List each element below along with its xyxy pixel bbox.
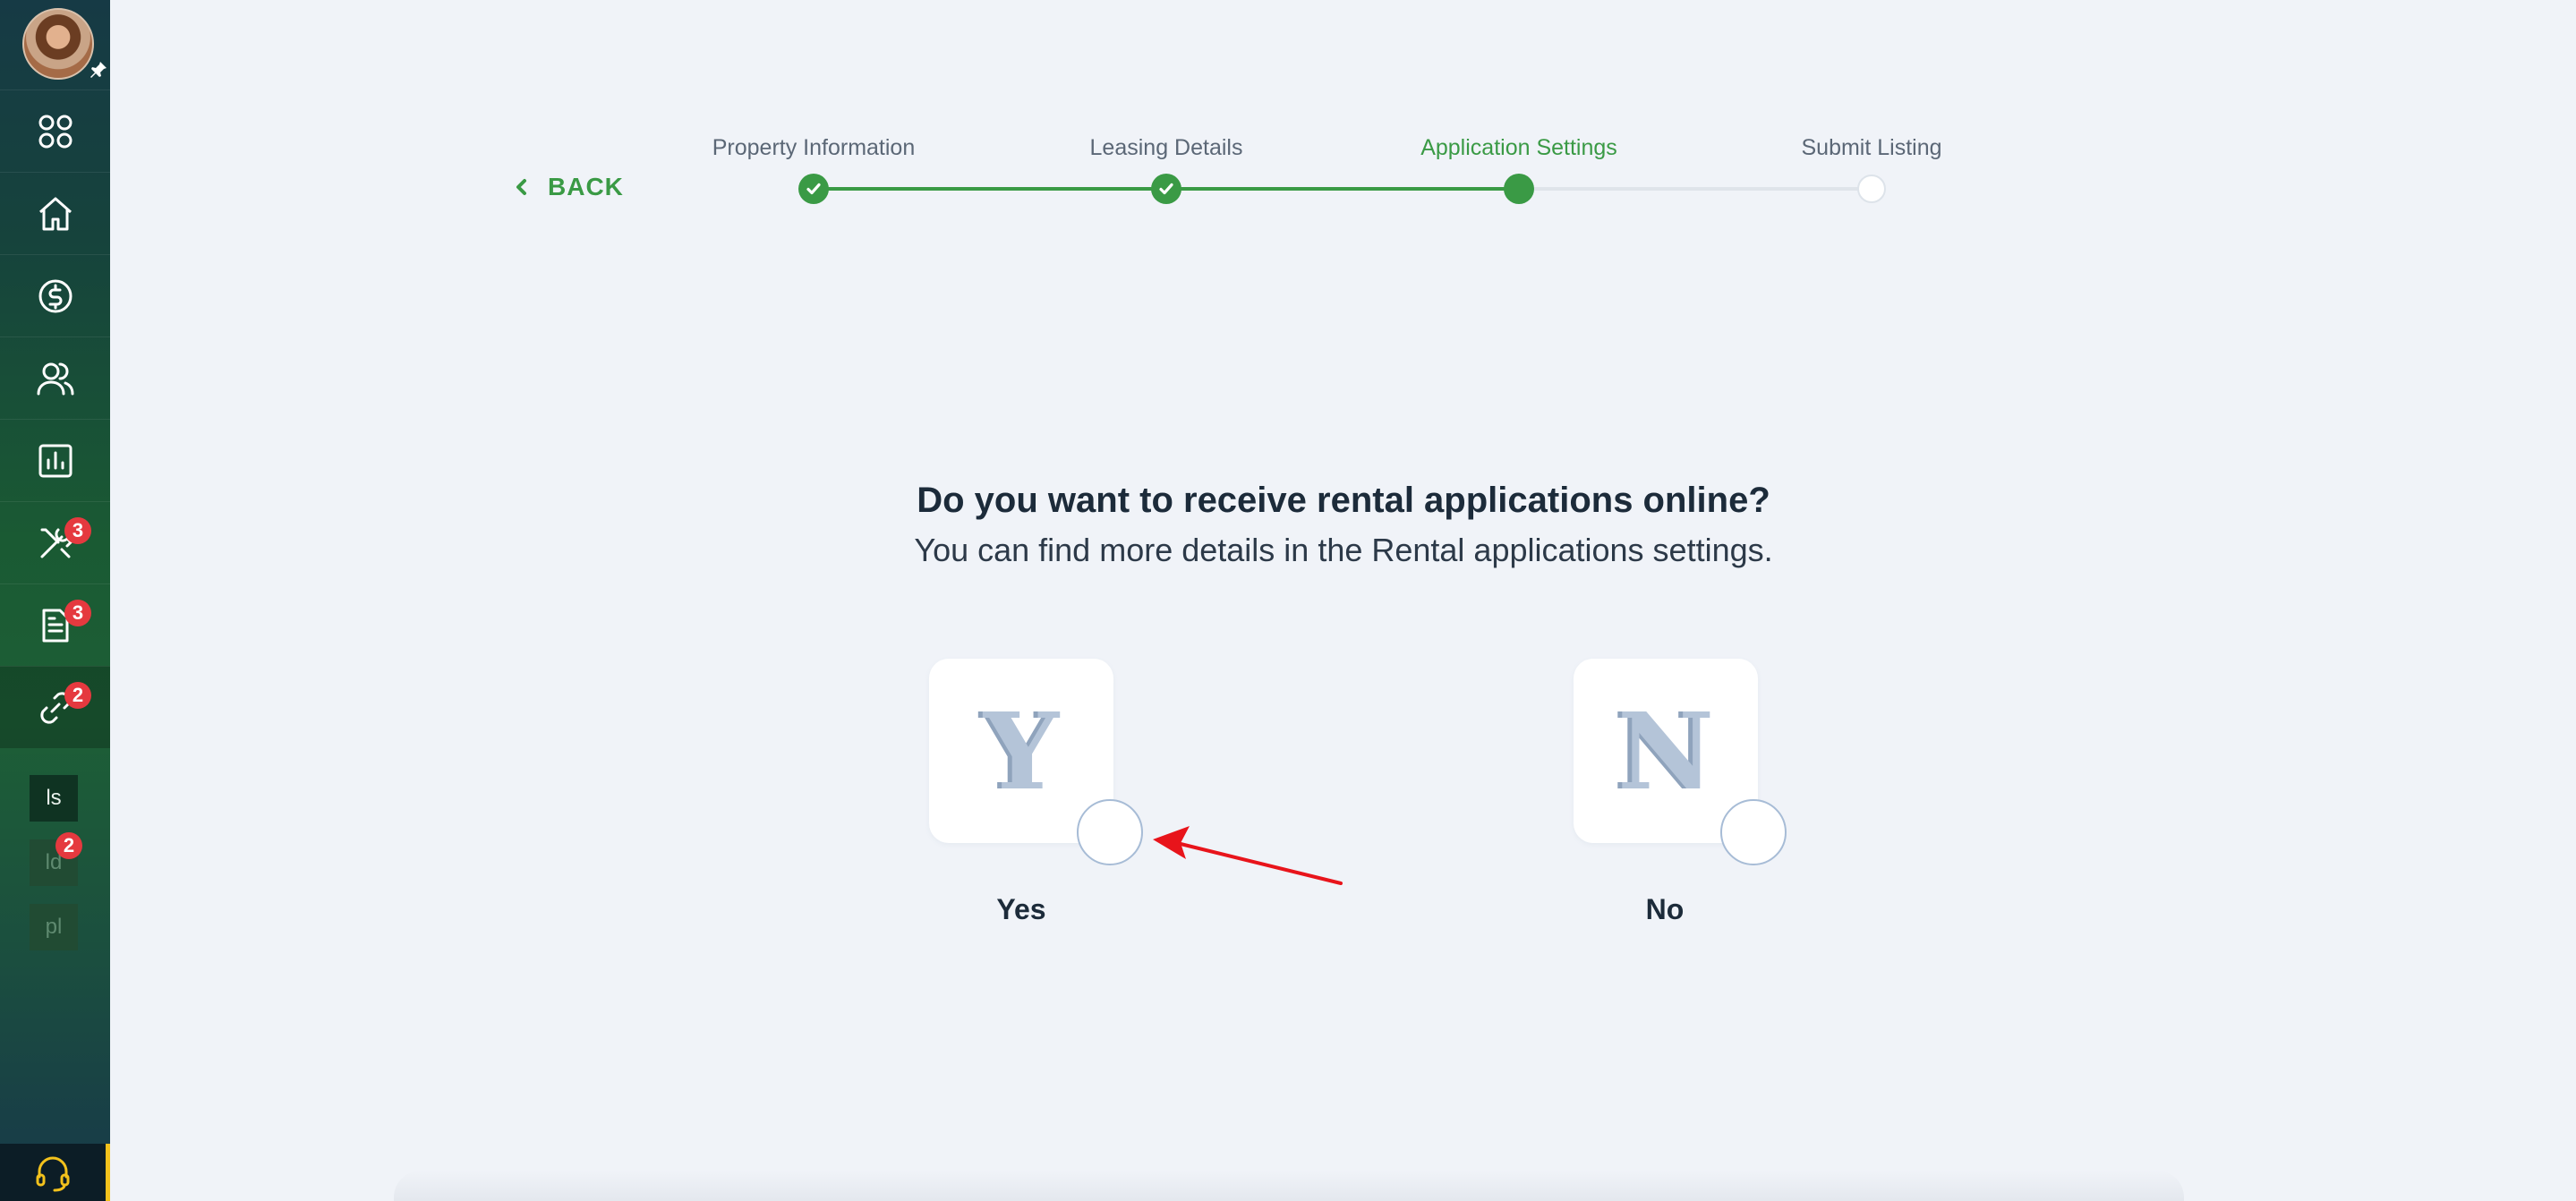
people-icon xyxy=(37,362,73,395)
sidebar-item-maintenance[interactable]: 3 xyxy=(0,501,110,583)
back-label: BACK xyxy=(548,173,624,200)
footer-panel-edge xyxy=(394,1171,2184,1201)
step-label[interactable]: Leasing Details xyxy=(1090,135,1243,161)
home-icon xyxy=(38,197,72,230)
question-subtitle: You can find more details in the Rental … xyxy=(914,532,1773,568)
dollar-circle-icon xyxy=(38,279,72,312)
avatar[interactable] xyxy=(22,8,94,80)
step-label: Submit Listing xyxy=(1801,135,1942,160)
headset-icon xyxy=(36,1156,70,1192)
user-avatar-area[interactable] xyxy=(0,0,110,89)
back-button[interactable]: BACK xyxy=(512,173,624,201)
notification-badge: 2 xyxy=(55,832,82,859)
radio-yes[interactable] xyxy=(1077,799,1143,865)
sidebar-item-apps[interactable] xyxy=(0,89,110,172)
step-done-indicator[interactable] xyxy=(1151,174,1181,204)
progress-track-complete xyxy=(1166,187,1519,191)
check-icon xyxy=(1159,183,1173,195)
option-letter: N xyxy=(1617,688,1714,813)
apps-grid-icon xyxy=(38,115,72,148)
sidebar-shortcut-ls[interactable]: ls xyxy=(30,775,78,822)
bar-chart-icon xyxy=(38,444,72,477)
support-button[interactable] xyxy=(0,1144,110,1201)
step-done-indicator[interactable] xyxy=(798,174,829,204)
sidebar-item-reports[interactable] xyxy=(0,419,110,501)
question-title: Do you want to receive rental applicatio… xyxy=(917,481,1770,520)
annotation-arrow-icon xyxy=(1153,826,1343,885)
pin-icon[interactable] xyxy=(88,59,109,81)
option-label-yes[interactable]: Yes xyxy=(996,893,1045,926)
sidebar-item-home[interactable] xyxy=(0,172,110,254)
notification-badge: 3 xyxy=(64,517,91,544)
option-label-no[interactable]: No xyxy=(1646,893,1685,926)
step-label-current: Application Settings xyxy=(1420,135,1617,160)
step-todo-indicator xyxy=(1857,175,1886,203)
notification-badge: 3 xyxy=(64,600,91,626)
notification-badge: 2 xyxy=(64,682,91,709)
sidebar: 3 3 2 ls ld 2 pl xyxy=(0,0,110,1201)
sidebar-shortcut-pl[interactable]: pl xyxy=(30,904,78,950)
radio-no[interactable] xyxy=(1720,799,1787,865)
step-label[interactable]: Property Information xyxy=(712,135,916,161)
sidebar-item-documents[interactable]: 3 xyxy=(0,583,110,666)
chevron-left-icon xyxy=(516,179,526,195)
progress-track-complete xyxy=(814,187,1166,191)
sidebar-item-listings[interactable]: 2 xyxy=(0,666,110,748)
check-icon xyxy=(806,183,821,195)
option-letter: Y xyxy=(983,688,1060,813)
sidebar-item-accounting[interactable] xyxy=(0,254,110,336)
step-current-indicator xyxy=(1504,174,1534,204)
progress-track-remaining xyxy=(1519,187,1872,191)
sidebar-item-people[interactable] xyxy=(0,336,110,419)
